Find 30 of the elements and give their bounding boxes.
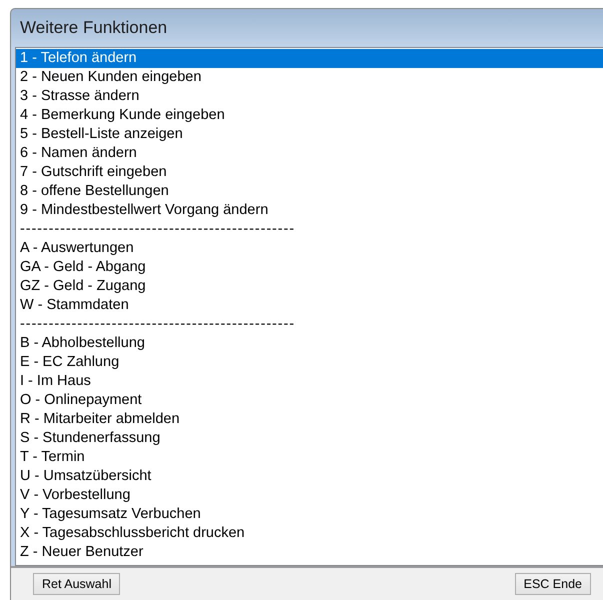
separator-line: ------------------------------------------------ xyxy=(19,315,296,334)
list-item[interactable]: O - Onlinepayment xyxy=(16,391,603,410)
list-item[interactable]: U - Umsatzübersicht xyxy=(16,467,603,486)
list-item[interactable]: 9 - Mindestbestellwert Vorgang ändern xyxy=(16,201,603,220)
list-item[interactable]: 7 - Gutschrift eingeben xyxy=(16,163,603,182)
list-item[interactable]: 2 - Neuen Kunden eingeben xyxy=(16,68,603,87)
list-item[interactable]: 8 - offene Bestellungen xyxy=(16,182,603,201)
separator-line: ------------------------------------------------ xyxy=(19,220,296,239)
list-item[interactable]: A - Auswertungen xyxy=(16,239,603,258)
list-item[interactable]: Y - Tagesumsatz Verbuchen xyxy=(16,505,603,524)
list-item[interactable]: S - Stundenerfassung xyxy=(16,429,603,448)
list-item[interactable]: GZ - Geld - Zugang xyxy=(16,277,603,296)
window-title: Weitere Funktionen xyxy=(19,17,168,39)
list-item[interactable]: 3 - Strasse ändern xyxy=(16,87,603,106)
list-item[interactable]: T - Termin xyxy=(16,448,603,467)
list-item[interactable]: Z - Neuer Benutzer xyxy=(16,543,603,562)
list-item[interactable]: W - Stammdaten xyxy=(16,296,603,315)
list-item[interactable]: R - Mitarbeiter abmelden xyxy=(16,410,603,429)
exit-button[interactable]: ESC Ende xyxy=(514,573,591,595)
list-item[interactable]: B - Abholbestellung xyxy=(16,334,603,353)
list-item[interactable]: X - Tagesabschlussbericht drucken xyxy=(16,524,603,543)
list-item[interactable]: 1 - Telefon ändern xyxy=(16,49,603,68)
list-item[interactable]: 4 - Bemerkung Kunde eingeben xyxy=(16,106,603,125)
list-item[interactable]: 6 - Namen ändern xyxy=(16,144,603,163)
select-button[interactable]: Ret Auswahl xyxy=(33,573,120,595)
list-item[interactable]: V - Vorbestellung xyxy=(16,486,603,505)
list-item[interactable]: E - EC Zahlung xyxy=(16,353,603,372)
list-item[interactable]: I - Im Haus xyxy=(16,372,603,391)
list-item[interactable]: GA - Geld - Abgang xyxy=(16,258,603,277)
list-item[interactable]: 5 - Bestell-Liste anzeigen xyxy=(16,125,603,144)
